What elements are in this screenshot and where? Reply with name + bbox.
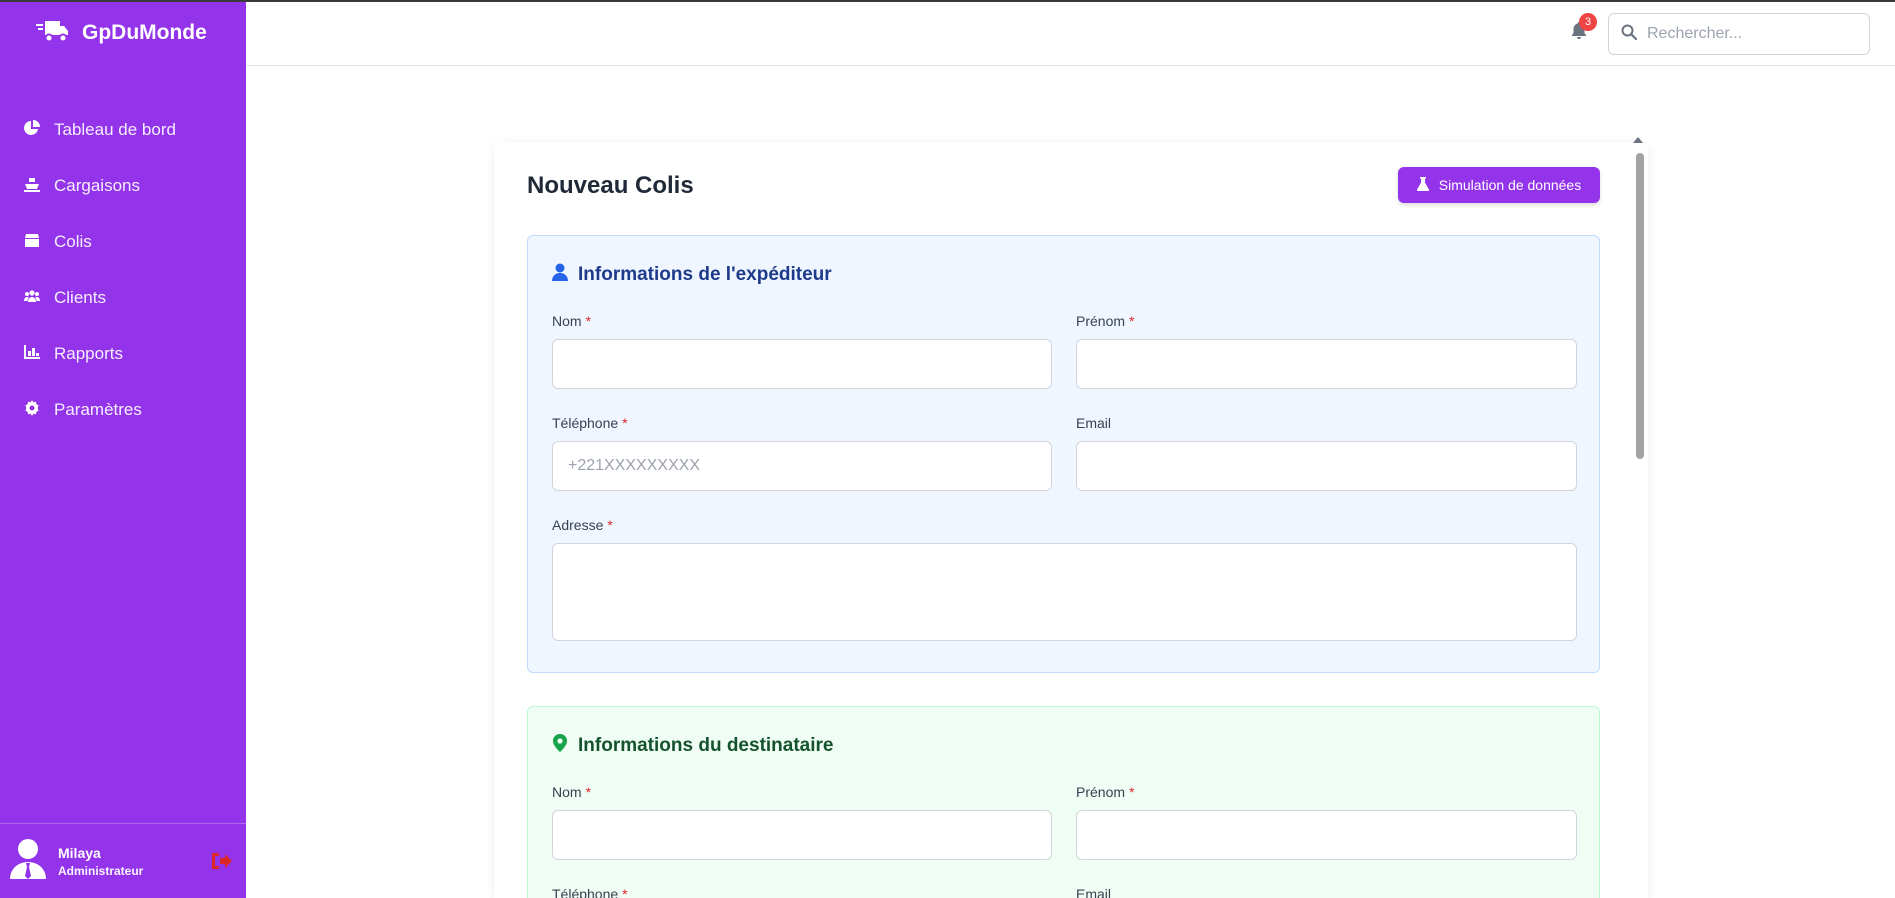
- top-header: 3: [246, 0, 1895, 66]
- recipient-section-title: Informations du destinataire: [578, 735, 834, 756]
- page-title: Nouveau Colis: [527, 172, 694, 199]
- required-mark: *: [607, 517, 613, 533]
- sender-telephone-input[interactable]: +221XXXXXXXXX: [552, 441, 1052, 491]
- sidebar-item-label: Rapports: [54, 344, 123, 363]
- simulate-data-label: Simulation de données: [1438, 177, 1582, 193]
- new-package-form-card: Nouveau Colis Simulation de données Info…: [494, 142, 1648, 898]
- sidebar-item-label: Paramètres: [54, 400, 142, 419]
- sidebar-item-clients[interactable]: Clients: [0, 270, 246, 326]
- brand-name: GpDuMonde: [82, 21, 207, 44]
- logout-icon[interactable]: [210, 851, 232, 871]
- required-mark: *: [622, 886, 628, 898]
- recipient-prenom-input[interactable]: [1076, 810, 1577, 860]
- brand[interactable]: GpDuMonde: [0, 0, 246, 66]
- search-box[interactable]: [1608, 13, 1870, 55]
- label-text: Nom: [552, 313, 582, 329]
- sidebar-item-cargaisons[interactable]: Cargaisons: [0, 158, 246, 214]
- sidebar-item-rapports[interactable]: Rapports: [0, 326, 246, 382]
- label-text: Email: [1076, 415, 1112, 431]
- label-text: Nom: [552, 784, 582, 800]
- required-mark: *: [1129, 313, 1135, 329]
- sender-prenom-input[interactable]: [1076, 339, 1577, 389]
- sender-section-title: Informations de l'expéditeur: [578, 264, 832, 285]
- truck-icon: [36, 17, 68, 50]
- required-mark: *: [622, 415, 628, 431]
- label-text: Téléphone: [552, 415, 619, 431]
- sidebar-item-label: Tableau de bord: [54, 120, 176, 139]
- sender-adresse-textarea[interactable]: [552, 543, 1577, 641]
- sender-adresse-label: Adresse *: [552, 517, 613, 533]
- sidebar-item-colis[interactable]: Colis: [0, 214, 246, 270]
- sidebar: GpDuMonde Tableau de bord Cargaisons Col…: [0, 0, 246, 898]
- notification-badge: 3: [1579, 13, 1597, 31]
- user-name: Milaya: [58, 844, 101, 861]
- recipient-telephone-label: Téléphone *: [552, 886, 628, 898]
- sidebar-item-tableau-de-bord[interactable]: Tableau de bord: [0, 102, 246, 158]
- sidebar-item-label: Clients: [54, 288, 106, 307]
- recipient-section-header: Informations du destinataire: [552, 734, 833, 758]
- sidebar-item-parametres[interactable]: Paramètres: [0, 382, 246, 438]
- recipient-section: Informations du destinataire Nom * Prénom…: [527, 706, 1600, 898]
- search-input[interactable]: [1647, 25, 1847, 43]
- window-top-border: [0, 0, 1895, 2]
- avatar: [10, 838, 46, 884]
- search-icon: [1621, 24, 1638, 45]
- sidebar-item-label: Colis: [54, 232, 92, 251]
- recipient-nom-input[interactable]: [552, 810, 1052, 860]
- sender-prenom-label: Prénom *: [1076, 313, 1134, 329]
- map-pin-icon: [552, 734, 568, 758]
- simulate-data-button[interactable]: Simulation de données: [1398, 167, 1600, 203]
- required-mark: *: [1129, 784, 1135, 800]
- flask-icon: [1416, 176, 1429, 194]
- users-icon: [24, 288, 40, 309]
- user-role: Administrateur: [58, 863, 144, 878]
- user-icon: [552, 263, 568, 287]
- label-text: Adresse: [552, 517, 604, 533]
- label-text: Prénom: [1076, 313, 1126, 329]
- label-text: Prénom: [1076, 784, 1126, 800]
- sidebar-item-label: Cargaisons: [54, 176, 140, 195]
- box-icon: [24, 232, 40, 253]
- recipient-nom-label: Nom *: [552, 784, 591, 800]
- required-mark: *: [585, 784, 592, 800]
- scroll-up-arrow-icon[interactable]: [1633, 137, 1643, 143]
- sender-nom-label: Nom *: [552, 313, 591, 329]
- sender-email-label: Email: [1076, 415, 1111, 431]
- sender-telephone-label: Téléphone *: [552, 415, 628, 431]
- sender-section: Informations de l'expéditeur Nom * Prénom…: [527, 235, 1600, 673]
- label-text: Téléphone: [552, 886, 619, 898]
- sender-section-header: Informations de l'expéditeur: [552, 263, 832, 287]
- telephone-placeholder: +221XXXXXXXXX: [568, 457, 701, 474]
- sidebar-nav: Tableau de bord Cargaisons Colis Clients…: [0, 102, 246, 438]
- gear-icon: [24, 399, 40, 421]
- scrollbar-thumb[interactable]: [1636, 153, 1644, 459]
- sender-nom-input[interactable]: [552, 339, 1052, 389]
- label-text: Email: [1076, 886, 1112, 898]
- recipient-email-label: Email: [1076, 886, 1111, 898]
- user-panel: Milaya Administrateur: [0, 823, 246, 898]
- ship-icon: [24, 176, 40, 197]
- sender-email-input[interactable]: [1076, 441, 1577, 491]
- recipient-prenom-label: Prénom *: [1076, 784, 1134, 800]
- required-mark: *: [585, 313, 592, 329]
- chart-pie-icon: [24, 119, 40, 141]
- chart-bar-icon: [24, 344, 40, 365]
